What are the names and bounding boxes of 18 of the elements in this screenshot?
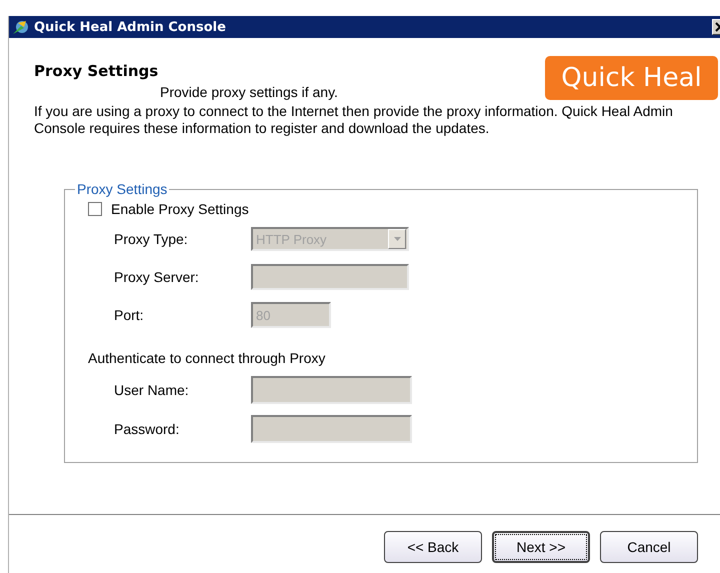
app-icon [12, 19, 30, 35]
wizard-button[interactable]: Cancel [600, 531, 698, 563]
window-title: Quick Heal Admin Console [34, 20, 226, 34]
wizard-button[interactable]: Next >> [492, 531, 590, 563]
auth-heading: Authenticate to connect through Proxy [88, 350, 326, 366]
field-label: Port: [114, 307, 145, 323]
field-label: User Name: [114, 382, 190, 398]
field-label: Password: [114, 421, 180, 437]
group-title: Proxy Settings [76, 181, 168, 197]
field-label: Proxy Server: [114, 269, 200, 285]
field-label: Proxy Type: [114, 231, 189, 247]
page-title: Proxy Settings [34, 62, 160, 80]
checkbox[interactable] [88, 202, 102, 216]
page-subtitle: Provide proxy settings if any. [160, 84, 338, 100]
description-text: If you are using a proxy to connect to the Internet then provide the proxy information. Quick Heal Admin Console requires these information to register and download the updates. [34, 103, 674, 137]
wizard-button[interactable]: << Back [384, 531, 482, 563]
checkbox-label: Enable Proxy Settings [111, 201, 249, 217]
brand-logo: Quick Heal [545, 56, 718, 100]
